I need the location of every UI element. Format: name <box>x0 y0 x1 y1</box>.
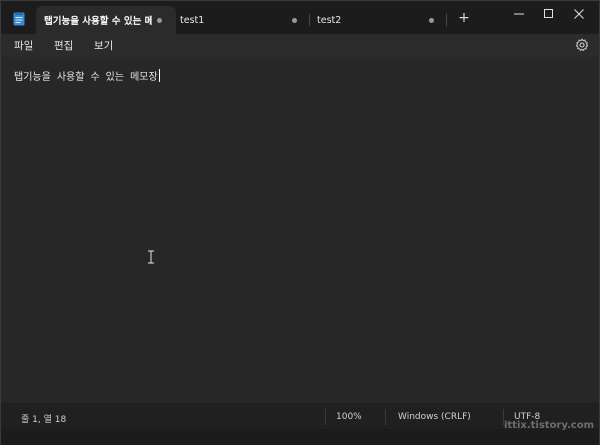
close-button[interactable] <box>565 5 593 23</box>
close-icon <box>574 9 584 19</box>
tab-test2[interactable]: test2 <box>309 6 445 34</box>
unsaved-dot-icon[interactable] <box>429 18 434 23</box>
tab-memo[interactable]: 탭기능을 사용할 수 있는 메 <box>36 6 176 34</box>
text-editor[interactable]: 탭기능을 사용할 수 있는 메모장 <box>1 57 599 403</box>
status-separator <box>325 409 326 425</box>
status-separator <box>385 409 386 425</box>
notepad-window: 탭기능을 사용할 수 있는 메 test1 test2 + 파일 편집 보기 탭… <box>0 0 600 445</box>
unsaved-dot-icon[interactable] <box>157 18 162 23</box>
new-tab-button[interactable]: + <box>457 11 471 25</box>
notepad-icon <box>13 12 25 26</box>
maximize-button[interactable] <box>535 5 563 23</box>
zoom-level[interactable]: 100% <box>336 412 362 422</box>
editor-content: 탭기능을 사용할 수 있는 메모장 <box>14 72 158 83</box>
menu-bar: 파일 편집 보기 <box>1 34 599 57</box>
tab-label: test1 <box>180 14 205 26</box>
tab-label: test2 <box>317 14 342 26</box>
window-bottom-edge <box>1 429 599 445</box>
tab-separator <box>446 14 447 26</box>
ibeam-cursor-icon <box>148 250 154 264</box>
menu-view[interactable]: 보기 <box>94 38 113 53</box>
minimize-button[interactable] <box>505 5 533 23</box>
cursor-position[interactable]: 줄 1, 열 18 <box>21 412 66 425</box>
minimize-icon <box>514 13 524 15</box>
menu-file[interactable]: 파일 <box>14 38 33 53</box>
maximize-icon <box>544 9 553 18</box>
gear-icon[interactable] <box>575 38 589 52</box>
tab-label: 탭기능을 사용할 수 있는 메 <box>44 16 152 27</box>
menu-edit[interactable]: 편집 <box>54 38 73 53</box>
unsaved-dot-icon[interactable] <box>292 18 297 23</box>
title-bar: 탭기능을 사용할 수 있는 메 test1 test2 + <box>1 1 599 34</box>
text-caret <box>158 69 160 82</box>
editor-text-line[interactable]: 탭기능을 사용할 수 있는 메모장 <box>14 68 160 83</box>
watermark: ittix.tistory.com <box>503 420 594 431</box>
line-ending[interactable]: Windows (CRLF) <box>398 412 471 422</box>
tab-test1[interactable]: test1 <box>172 6 308 34</box>
